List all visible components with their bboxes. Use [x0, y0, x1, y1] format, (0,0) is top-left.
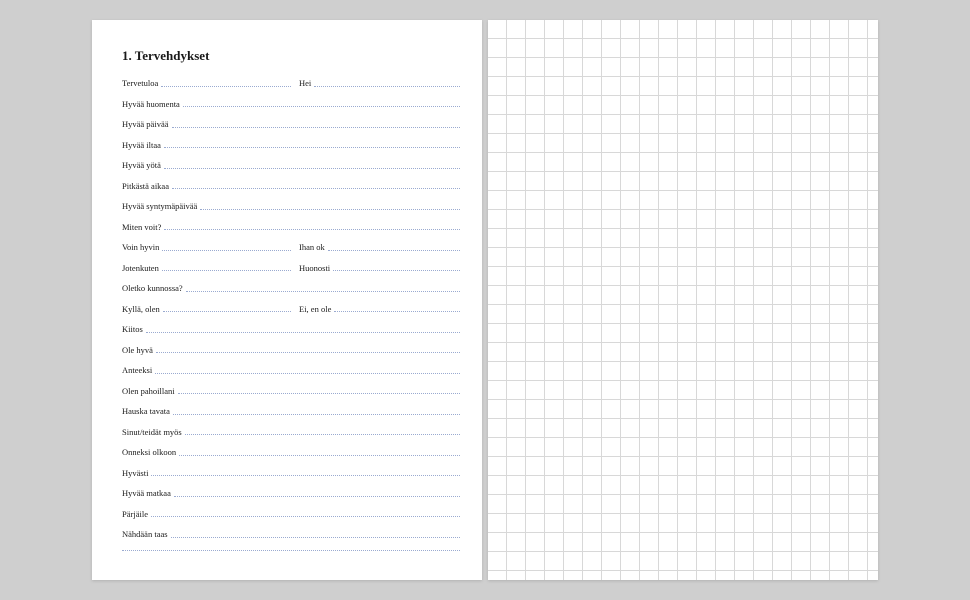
fill-line: [200, 209, 460, 210]
fill-line: [163, 311, 291, 312]
vocab-pair-left: Tervetuloa: [122, 78, 291, 88]
vocab-row: Hyvää yötä: [122, 160, 460, 170]
vocab-label: Huonosti: [291, 263, 333, 273]
vocab-row: Hyvää syntymäpäivää: [122, 201, 460, 211]
vocab-pair-right: Ei, en ole: [291, 304, 460, 314]
vocab-row: Miten voit?: [122, 222, 460, 232]
vocabulary-list: Tervetuloa Hei Hyvää huomenta Hyvää päivää H…: [122, 78, 460, 560]
fill-line: [174, 496, 460, 497]
page-spread: 1. Tervehdykset Tervetuloa Hei Hyvää huome…: [92, 20, 878, 580]
vocab-row-pair: Tervetuloa Hei: [122, 78, 460, 88]
fill-line: [172, 127, 461, 128]
page-title: 1. Tervehdykset: [122, 48, 460, 64]
fill-line: [172, 188, 460, 189]
fill-line: [314, 86, 460, 87]
vocab-pair-left: Voin hyvin: [122, 242, 291, 252]
fill-line: [161, 86, 291, 87]
vocab-row-pair: Jotenkuten Huonosti: [122, 263, 460, 273]
fill-line: [334, 311, 460, 312]
fill-line: [164, 168, 460, 169]
vocab-pair-right: Hei: [291, 78, 460, 88]
vocab-row: Olen pahoillani: [122, 386, 460, 396]
vocab-label: Ihan ok: [291, 242, 328, 252]
vocab-row: Ole hyvä: [122, 345, 460, 355]
fill-line: [151, 516, 460, 517]
vocab-label: Onneksi olkoon: [122, 447, 179, 457]
fill-line: [178, 393, 460, 394]
vocab-label: Hyvää syntymäpäivää: [122, 201, 200, 211]
vocab-row: Oletko kunnossa?: [122, 283, 460, 293]
vocab-pair-right: Ihan ok: [291, 242, 460, 252]
fill-line: [179, 455, 460, 456]
fill-line: [186, 291, 460, 292]
vocab-row: Sinut/teidät myös: [122, 427, 460, 437]
vocab-pair-left: Kyllä, olen: [122, 304, 291, 314]
vocab-label: Hauska tavata: [122, 406, 173, 416]
vocab-row: Pitkästä aikaa: [122, 181, 460, 191]
fill-line: [162, 250, 291, 251]
vocab-label: Anteeksi: [122, 365, 155, 375]
vocab-row: Anteeksi: [122, 365, 460, 375]
vocab-label: Hyvää matkaa: [122, 488, 174, 498]
vocab-pair-left: Jotenkuten: [122, 263, 291, 273]
vocab-row: Kiitos: [122, 324, 460, 334]
vocab-label: Hei: [291, 78, 314, 88]
vocab-label: Voin hyvin: [122, 242, 162, 252]
vocab-row: Hyvästi: [122, 468, 460, 478]
vocab-label: Olen pahoillani: [122, 386, 178, 396]
vocab-label: Hyvää huomenta: [122, 99, 183, 109]
fill-line: [146, 332, 460, 333]
fill-line: [328, 250, 460, 251]
vocab-label: Hyvää yötä: [122, 160, 164, 170]
vocab-row: Hyvää päivää: [122, 119, 460, 129]
vocab-label: Nähdään taas: [122, 529, 171, 539]
vocab-row: Hyvää huomenta: [122, 99, 460, 109]
vocab-label: Kyllä, olen: [122, 304, 163, 314]
vocab-label: Ei, en ole: [291, 304, 334, 314]
fill-line: [162, 270, 291, 271]
vocab-row: Pärjäile: [122, 509, 460, 519]
fill-line: [171, 537, 460, 538]
vocab-pair-right: Huonosti: [291, 263, 460, 273]
vocab-label: Ole hyvä: [122, 345, 156, 355]
vocab-label: Sinut/teidät myös: [122, 427, 185, 437]
vocab-label: Pitkästä aikaa: [122, 181, 172, 191]
vocab-label: Hyvää päivää: [122, 119, 172, 129]
vocab-label: Hyvästi: [122, 468, 151, 478]
fill-line: [333, 270, 460, 271]
fill-line: [155, 373, 460, 374]
vocab-row: Hauska tavata: [122, 406, 460, 416]
vocab-label: Oletko kunnossa?: [122, 283, 186, 293]
vocab-label: Kiitos: [122, 324, 146, 334]
fill-line: [183, 106, 460, 107]
vocab-row-pair: Kyllä, olen Ei, en ole: [122, 304, 460, 314]
vocab-row: Onneksi olkoon: [122, 447, 460, 457]
vocab-row: Hyvää matkaa: [122, 488, 460, 498]
vocab-label: Pärjäile: [122, 509, 151, 519]
vocab-label: Miten voit?: [122, 222, 164, 232]
fill-line: [164, 229, 460, 230]
right-page-grid: [488, 20, 878, 580]
vocab-row: Nähdään taas: [122, 529, 460, 539]
fill-line: [173, 414, 460, 415]
vocab-row: Hyvää iltaa: [122, 140, 460, 150]
fill-line: [185, 434, 460, 435]
vocab-row-pair: Voin hyvin Ihan ok: [122, 242, 460, 252]
fill-line: [164, 147, 460, 148]
left-page: 1. Tervehdykset Tervetuloa Hei Hyvää huome…: [92, 20, 482, 580]
fill-line: [122, 550, 460, 551]
fill-line: [151, 475, 460, 476]
blank-row: [122, 550, 460, 560]
fill-line: [156, 352, 460, 353]
vocab-label: Tervetuloa: [122, 78, 161, 88]
vocab-label: Hyvää iltaa: [122, 140, 164, 150]
vocab-label: Jotenkuten: [122, 263, 162, 273]
